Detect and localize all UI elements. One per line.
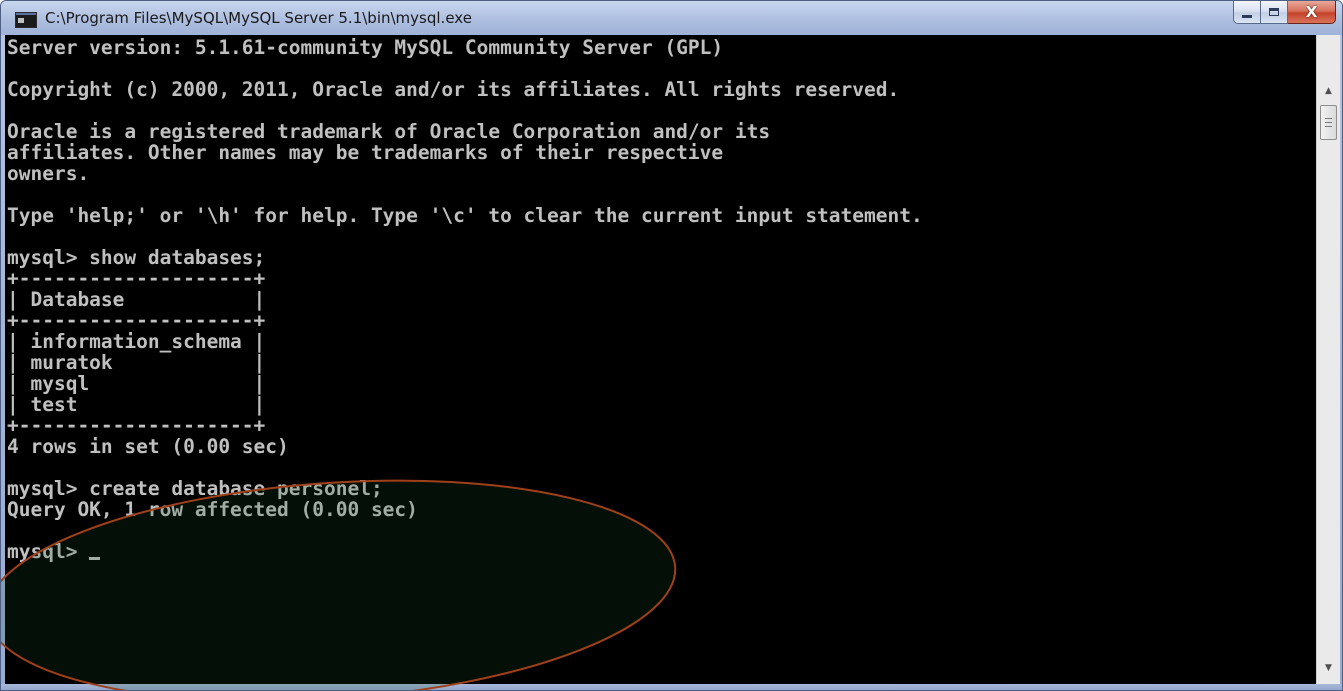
thumb-grip-line <box>1325 122 1332 123</box>
mysql-prompt: mysql> <box>7 540 90 563</box>
console-line: +--------------------+ <box>7 414 266 437</box>
console-line: Query OK, 1 row affected (0.00 sec) <box>7 498 418 521</box>
console-line: owners. <box>7 162 90 185</box>
minimize-icon <box>1242 14 1252 18</box>
title-bar[interactable]: C:\Program Files\MySQL\MySQL Server 5.1\… <box>1 1 1342 35</box>
console-line: | test | <box>7 393 266 416</box>
console-line: +--------------------+ <box>7 267 266 290</box>
console-line: mysql> show databases; <box>7 246 266 269</box>
close-icon: X <box>1305 2 1318 21</box>
console-line: mysql> create database personel; <box>7 477 383 500</box>
console-app-icon[interactable] <box>15 12 37 28</box>
text-cursor <box>89 557 101 560</box>
console-line: Copyright (c) 2000, 2011, Oracle and/or … <box>7 78 900 101</box>
maximize-icon <box>1269 8 1279 16</box>
console-line: +--------------------+ <box>7 309 266 332</box>
console-line: | information_schema | <box>7 330 266 353</box>
console-line: Oracle is a registered trademark of Orac… <box>7 120 771 143</box>
console-window: C:\Program Files\MySQL\MySQL Server 5.1\… <box>0 0 1343 691</box>
console-line: | Database | <box>7 288 266 311</box>
thumb-grip-line <box>1325 126 1332 127</box>
console-line: Type 'help;' or '\h' for help. Type '\c'… <box>7 204 923 227</box>
scrollbar-thumb[interactable] <box>1320 105 1337 140</box>
console-line: affiliates. Other names may be trademark… <box>7 141 724 164</box>
console-output-area[interactable]: Server version: 5.1.61-community MySQL C… <box>5 35 1316 684</box>
scroll-down-arrow-icon[interactable]: ▼ <box>1317 658 1340 678</box>
close-button[interactable]: X <box>1288 1 1336 24</box>
thumb-grip-line <box>1325 118 1332 119</box>
console-line: | mysql | <box>7 372 266 395</box>
scroll-up-arrow-icon[interactable]: ▲ <box>1317 81 1340 101</box>
caption-buttons: X <box>1233 1 1336 25</box>
window-title: C:\Program Files\MySQL\MySQL Server 5.1\… <box>45 9 472 27</box>
minimize-button[interactable] <box>1233 1 1261 24</box>
console-text: Server version: 5.1.61-community MySQL C… <box>7 37 923 562</box>
window-bottom-border <box>1 684 1342 690</box>
prompt-line[interactable]: mysql> <box>7 541 923 562</box>
vertical-scrollbar[interactable]: ▲ ▼ <box>1316 35 1340 684</box>
maximize-button[interactable] <box>1261 1 1288 24</box>
console-line: Server version: 5.1.61-community MySQL C… <box>7 36 724 59</box>
console-line: | muratok | <box>7 351 266 374</box>
console-line: 4 rows in set (0.00 sec) <box>7 435 289 458</box>
